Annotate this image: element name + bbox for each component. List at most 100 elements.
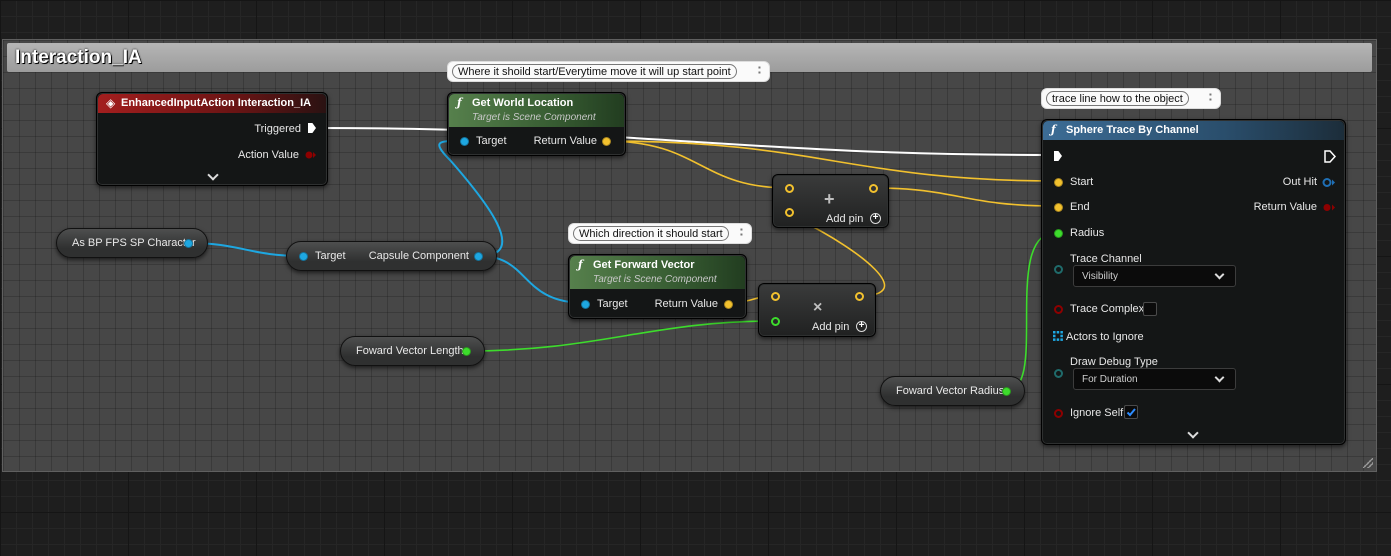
ignore-self-pin[interactable] xyxy=(1054,409,1063,418)
enhanced-input-action-node[interactable]: ◈ EnhancedInputAction Interaction_IA Tri… xyxy=(96,92,328,186)
add-pin-label[interactable]: Add pin xyxy=(826,213,863,225)
add-input-a-pin[interactable] xyxy=(785,184,794,193)
out-hit-pin[interactable] xyxy=(1322,177,1336,188)
pin-icon[interactable]: ▪ ▪ xyxy=(740,226,747,239)
target-in-pin[interactable] xyxy=(299,252,308,261)
mult-input-a-pin[interactable] xyxy=(771,292,780,301)
pin-label-actors-to-ignore: Actors to Ignore xyxy=(1066,331,1144,343)
draw-debug-type-dropdown[interactable]: For Duration xyxy=(1073,368,1236,390)
add-pin-plus-icon[interactable]: + xyxy=(870,213,881,224)
trace-channel-dropdown[interactable]: Visibility xyxy=(1073,265,1236,287)
object-wire-capsule-to-worldloc-target xyxy=(438,139,504,257)
comment-text: Where it shoild start/Everytime move it … xyxy=(452,64,737,79)
pin-label-return-value: Return Value xyxy=(654,298,718,310)
multiply-operator-icon: × xyxy=(813,299,823,316)
radius-in-pin[interactable] xyxy=(1054,229,1063,238)
vector-wire-add-to-end xyxy=(872,187,1058,207)
add-operator-icon: + xyxy=(824,189,835,209)
draw-debug-type-pin[interactable] xyxy=(1054,369,1063,378)
comment-bubble-forward-vector[interactable]: Which direction it should start ▪ ▪ xyxy=(568,223,752,244)
pin-label-trace-channel: Trace Channel xyxy=(1070,253,1142,265)
chevron-down-icon xyxy=(1214,372,1225,383)
mult-output-pin[interactable] xyxy=(855,292,864,301)
pin-label-radius: Radius xyxy=(1070,227,1105,239)
pin-label-target: Target xyxy=(476,135,507,147)
event-diamond-icon: ◈ xyxy=(106,96,116,110)
pin-label-draw-debug-type: Draw Debug Type xyxy=(1070,356,1158,368)
return-value-out-pin[interactable] xyxy=(724,300,733,309)
exec-out-pin[interactable] xyxy=(1324,150,1336,163)
target-in-pin[interactable] xyxy=(460,137,469,146)
pin-label-end: End xyxy=(1070,201,1090,213)
forward-vector-radius-node[interactable]: Foward Vector Radius xyxy=(880,376,1025,406)
capsule-component-node[interactable]: Target Capsule Component xyxy=(286,241,497,271)
add-pin-label[interactable]: Add pin xyxy=(812,321,849,333)
add-pin-plus-icon[interactable]: + xyxy=(856,321,867,332)
sphere-trace-by-channel-node[interactable]: ƒ Sphere Trace By Channel Start Out Hit … xyxy=(1041,119,1346,445)
add-input-b-pin[interactable] xyxy=(785,208,794,217)
trace-complex-checkbox[interactable] xyxy=(1143,302,1157,316)
return-value-out-pin[interactable] xyxy=(602,137,611,146)
pin-label-target: Target xyxy=(597,298,628,310)
exec-wire xyxy=(317,127,1055,156)
node-subtitle: Target is Scene Component xyxy=(472,112,596,123)
function-icon: ƒ xyxy=(578,258,583,271)
capsule-out-pin[interactable] xyxy=(474,252,483,261)
return-value-out-pin[interactable] xyxy=(1322,202,1336,213)
pin-label-triggered: Triggered xyxy=(254,123,301,135)
node-title: Get World Location xyxy=(472,97,574,109)
pin-label-return-value: Return Value xyxy=(1253,201,1317,213)
dropdown-value: Visibility xyxy=(1082,271,1118,282)
as-bp-fps-character-node[interactable]: As BP FPS SP Character xyxy=(56,228,208,258)
dropdown-value: For Duration xyxy=(1082,374,1138,385)
function-icon: ƒ xyxy=(457,96,462,109)
pin-label-out-hit: Out Hit xyxy=(1282,176,1317,188)
pin-label-capsule-component: Capsule Component xyxy=(368,250,469,262)
pin-label-target: Target xyxy=(315,250,346,262)
checkmark-icon xyxy=(1126,408,1136,417)
forward-vector-length-node[interactable]: Foward Vector Length xyxy=(340,336,485,366)
add-output-pin[interactable] xyxy=(869,184,878,193)
variable-label: As BP FPS SP Character xyxy=(72,237,196,249)
function-icon: ƒ xyxy=(1051,123,1056,136)
start-in-pin[interactable] xyxy=(1054,178,1063,187)
object-out-pin[interactable] xyxy=(184,239,193,248)
node-title: EnhancedInputAction Interaction_IA xyxy=(121,97,312,109)
bool-out-pin[interactable] xyxy=(304,150,316,160)
pin-label-ignore-self: Ignore Self xyxy=(1070,407,1124,419)
vector-wire-worldloc-to-add xyxy=(605,140,790,189)
chevron-down-icon xyxy=(1214,269,1225,280)
vector-multiply-node[interactable]: × Add pin + xyxy=(758,283,876,337)
node-title: Sphere Trace By Channel xyxy=(1066,124,1199,136)
variable-label: Foward Vector Length xyxy=(356,345,464,357)
float-out-pin[interactable] xyxy=(1002,387,1011,396)
target-in-pin[interactable] xyxy=(581,300,590,309)
vector-add-node[interactable]: + Add pin + xyxy=(772,174,889,228)
comment-text: Which direction it should start xyxy=(573,226,729,241)
mult-input-b-pin[interactable] xyxy=(771,317,780,326)
node-title: Get Forward Vector xyxy=(593,259,695,271)
pin-label-return-value: Return Value xyxy=(533,135,597,147)
variable-label: Foward Vector Radius xyxy=(896,385,1005,397)
node-subtitle: Target is Scene Component xyxy=(593,274,717,285)
expand-chevron-icon[interactable] xyxy=(207,169,219,181)
expand-chevron-icon[interactable] xyxy=(1187,427,1199,439)
comment-bubble-world-location[interactable]: Where it shoild start/Everytime move it … xyxy=(447,61,770,82)
array-grid-icon[interactable] xyxy=(1053,331,1063,341)
end-in-pin[interactable] xyxy=(1054,203,1063,212)
get-world-location-node[interactable]: ƒ Get World Location Target is Scene Com… xyxy=(447,92,626,156)
float-out-pin[interactable] xyxy=(462,347,471,356)
pin-label-start: Start xyxy=(1070,176,1094,188)
pin-icon[interactable]: ▪ ▪ xyxy=(1209,91,1216,104)
pin-label-action-value: Action Value xyxy=(238,149,299,161)
trace-complex-pin[interactable] xyxy=(1054,305,1063,314)
pin-icon[interactable]: ▪ ▪ xyxy=(758,64,765,77)
ignore-self-checkbox[interactable] xyxy=(1124,405,1138,419)
trace-channel-pin[interactable] xyxy=(1054,265,1063,274)
float-wire-length-to-mult xyxy=(465,320,776,352)
pin-label-trace-complex: Trace Complex xyxy=(1070,303,1145,315)
exec-in-pin[interactable] xyxy=(1054,151,1062,161)
comment-bubble-trace[interactable]: trace line how to the object ▪ ▪ xyxy=(1041,88,1221,109)
get-forward-vector-node[interactable]: ƒ Get Forward Vector Target is Scene Com… xyxy=(568,254,747,319)
exec-out-pin[interactable] xyxy=(308,123,316,133)
